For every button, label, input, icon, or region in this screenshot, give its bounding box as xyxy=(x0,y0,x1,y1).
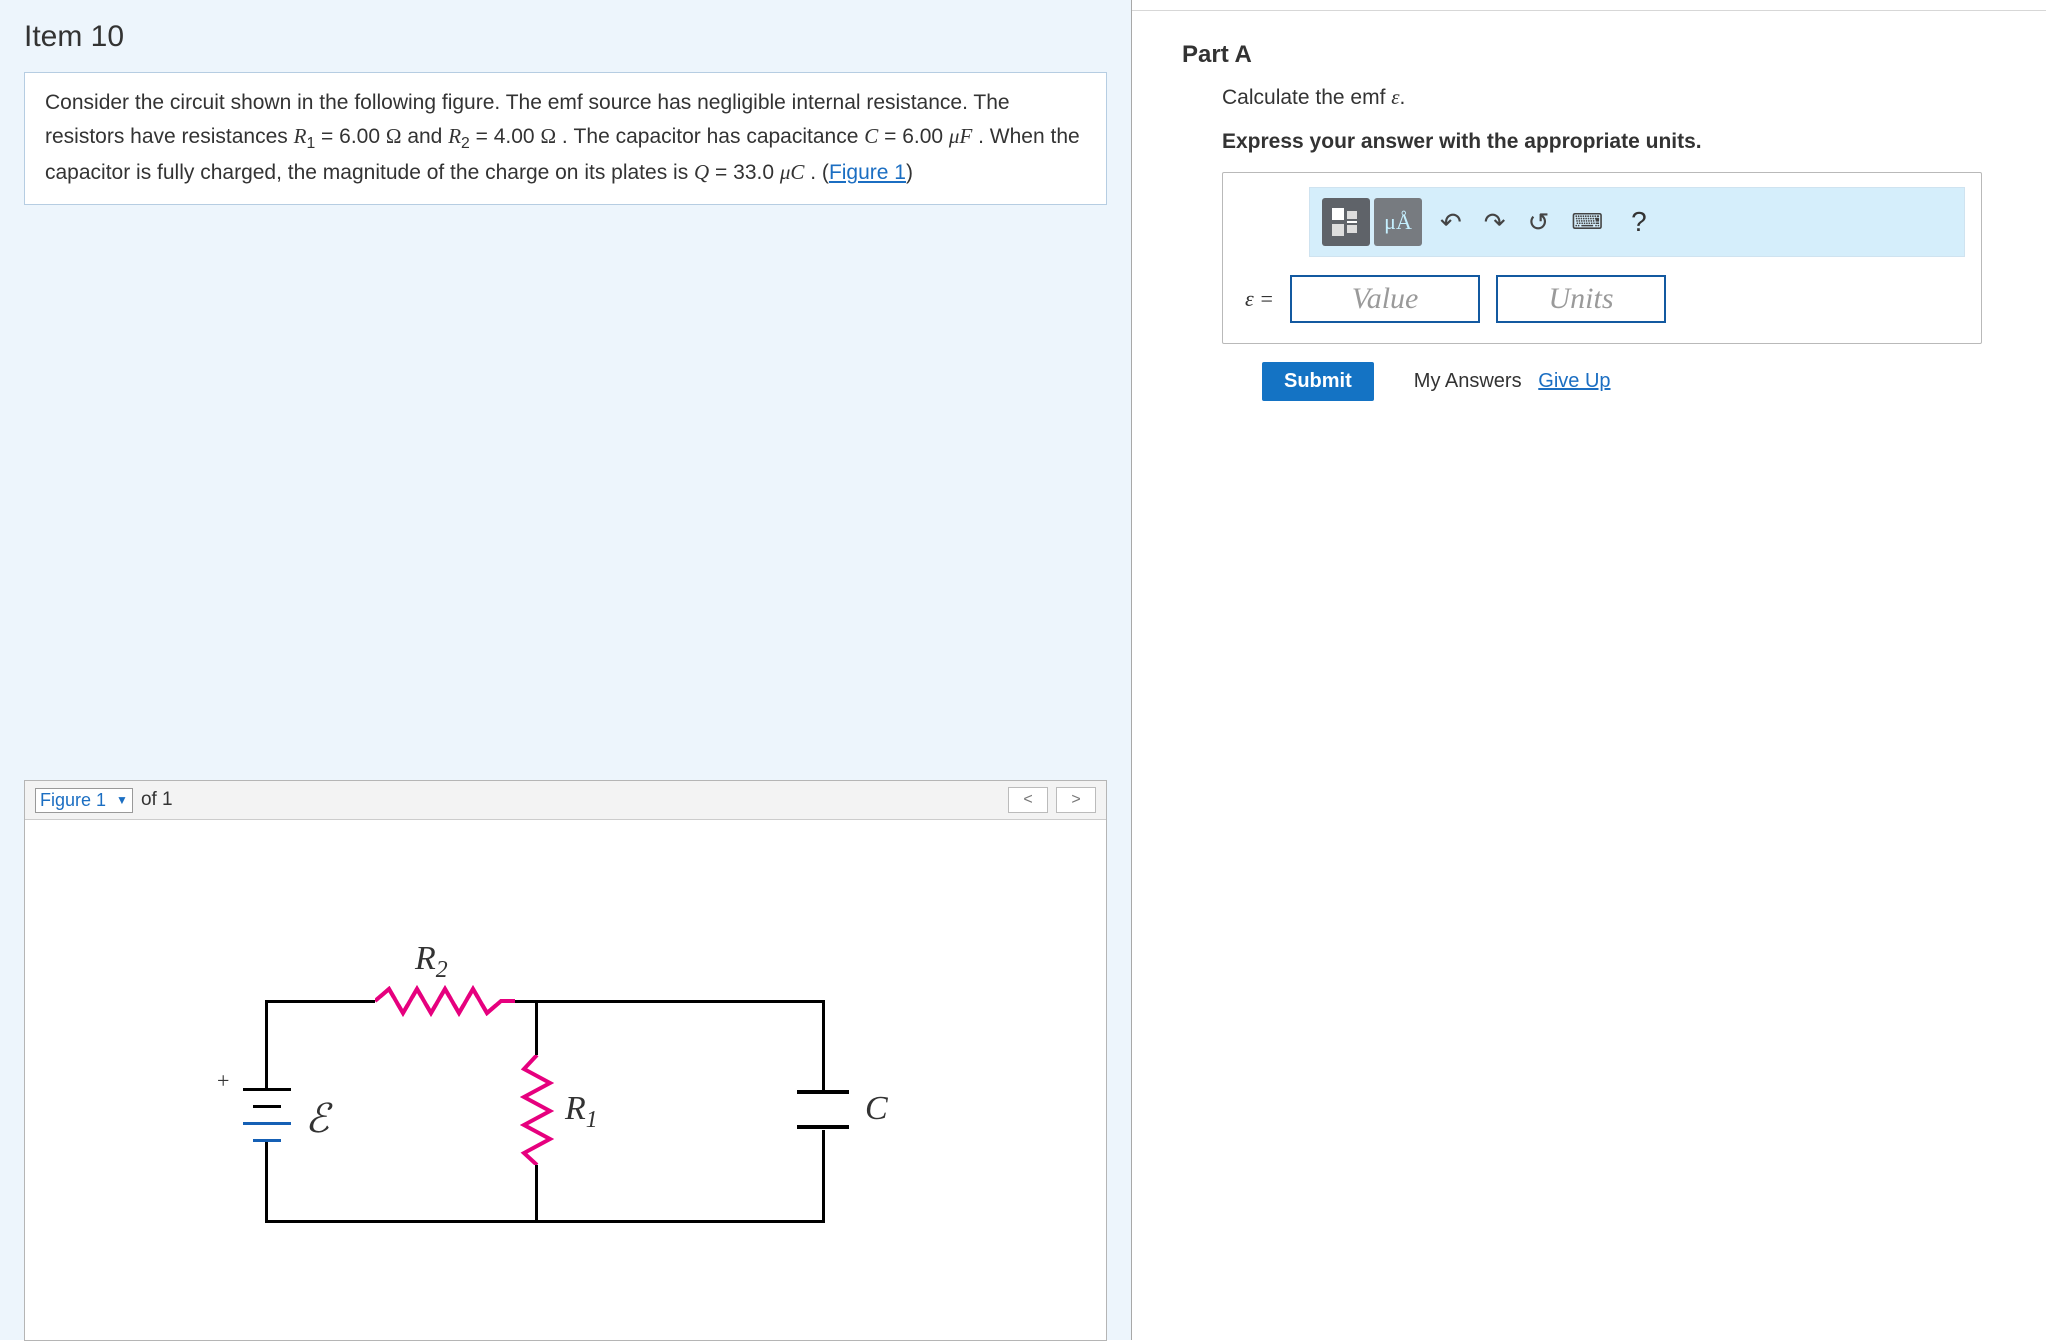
resistor-r1-icon xyxy=(520,1055,554,1165)
problem-statement: Consider the circuit shown in the follow… xyxy=(24,72,1107,205)
plus-symbol: + xyxy=(217,1068,229,1094)
equation-label: ε = xyxy=(1245,286,1274,312)
muc-symbol: μC xyxy=(780,160,805,184)
figure-select[interactable]: Figure 1 ▼ xyxy=(35,788,133,813)
paren-close: ) xyxy=(906,161,913,184)
chevron-down-icon: ▼ xyxy=(116,793,128,807)
part-title: Part A xyxy=(1182,41,2016,69)
special-char-button[interactable]: μÅ xyxy=(1374,198,1422,246)
help-button[interactable]: ? xyxy=(1631,206,1647,238)
redo-icon[interactable]: ↷ xyxy=(1484,207,1506,238)
sub-1: 1 xyxy=(306,135,315,152)
fraction-template-button[interactable] xyxy=(1322,198,1370,246)
eq-text: = 6.00 xyxy=(884,125,949,148)
symbol-r1: R xyxy=(294,124,307,148)
figure-next-button[interactable]: > xyxy=(1056,787,1096,813)
muf-symbol: μF xyxy=(949,124,972,148)
symbol-c: C xyxy=(864,124,878,148)
figure-link[interactable]: Figure 1 xyxy=(829,161,906,184)
units-instruction: Express your answer with the appropriate… xyxy=(1222,130,2016,154)
submit-button[interactable]: Submit xyxy=(1262,362,1374,401)
figure-body: + ℰ R2 R1 xyxy=(25,820,1106,1340)
item-title: Item 10 xyxy=(24,20,1107,54)
ohm-symbol: Ω xyxy=(540,124,556,148)
r2-label: R2 xyxy=(415,940,448,984)
value-input[interactable]: Value xyxy=(1290,275,1480,323)
undo-icon[interactable]: ↶ xyxy=(1440,207,1462,238)
my-answers-label: My Answers xyxy=(1414,370,1522,392)
c-label: C xyxy=(865,1090,888,1128)
answer-box: μÅ ↶ ↷ ↺ ⌨ ? ε = Value Units xyxy=(1222,172,1982,344)
problem-text: . The capacitor has capacitance xyxy=(562,125,864,148)
circuit-diagram: + ℰ R2 R1 xyxy=(205,900,885,1280)
eq-text: = 33.0 xyxy=(715,161,780,184)
symbol-r2: R xyxy=(448,124,461,148)
and-text: and xyxy=(407,125,448,148)
part-instruction: Calculate the emf ε. xyxy=(1222,85,2016,110)
answer-toolbar: μÅ ↶ ↷ ↺ ⌨ ? xyxy=(1309,187,1965,257)
eq-text: = 4.00 xyxy=(476,125,541,148)
reset-icon[interactable]: ↺ xyxy=(1528,207,1550,238)
figure-of-text: of 1 xyxy=(141,789,173,811)
paren-open: . ( xyxy=(810,161,829,184)
template-buttons: μÅ xyxy=(1322,198,1422,246)
r1-label: R1 xyxy=(565,1090,598,1134)
ohm-symbol: Ω xyxy=(386,124,402,148)
eq-text: = 6.00 xyxy=(321,125,386,148)
symbol-q: Q xyxy=(694,160,709,184)
units-input[interactable]: Units xyxy=(1496,275,1666,323)
emf-label: ℰ xyxy=(305,1095,329,1142)
figure-panel: Figure 1 ▼ of 1 < > xyxy=(24,780,1107,1341)
figure-prev-button[interactable]: < xyxy=(1008,787,1048,813)
figure-header: Figure 1 ▼ of 1 < > xyxy=(25,781,1106,820)
sub-2: 2 xyxy=(461,135,470,152)
figure-select-label: Figure 1 xyxy=(40,790,106,811)
keyboard-icon[interactable]: ⌨ xyxy=(1571,209,1603,235)
give-up-link[interactable]: Give Up xyxy=(1538,370,1610,392)
